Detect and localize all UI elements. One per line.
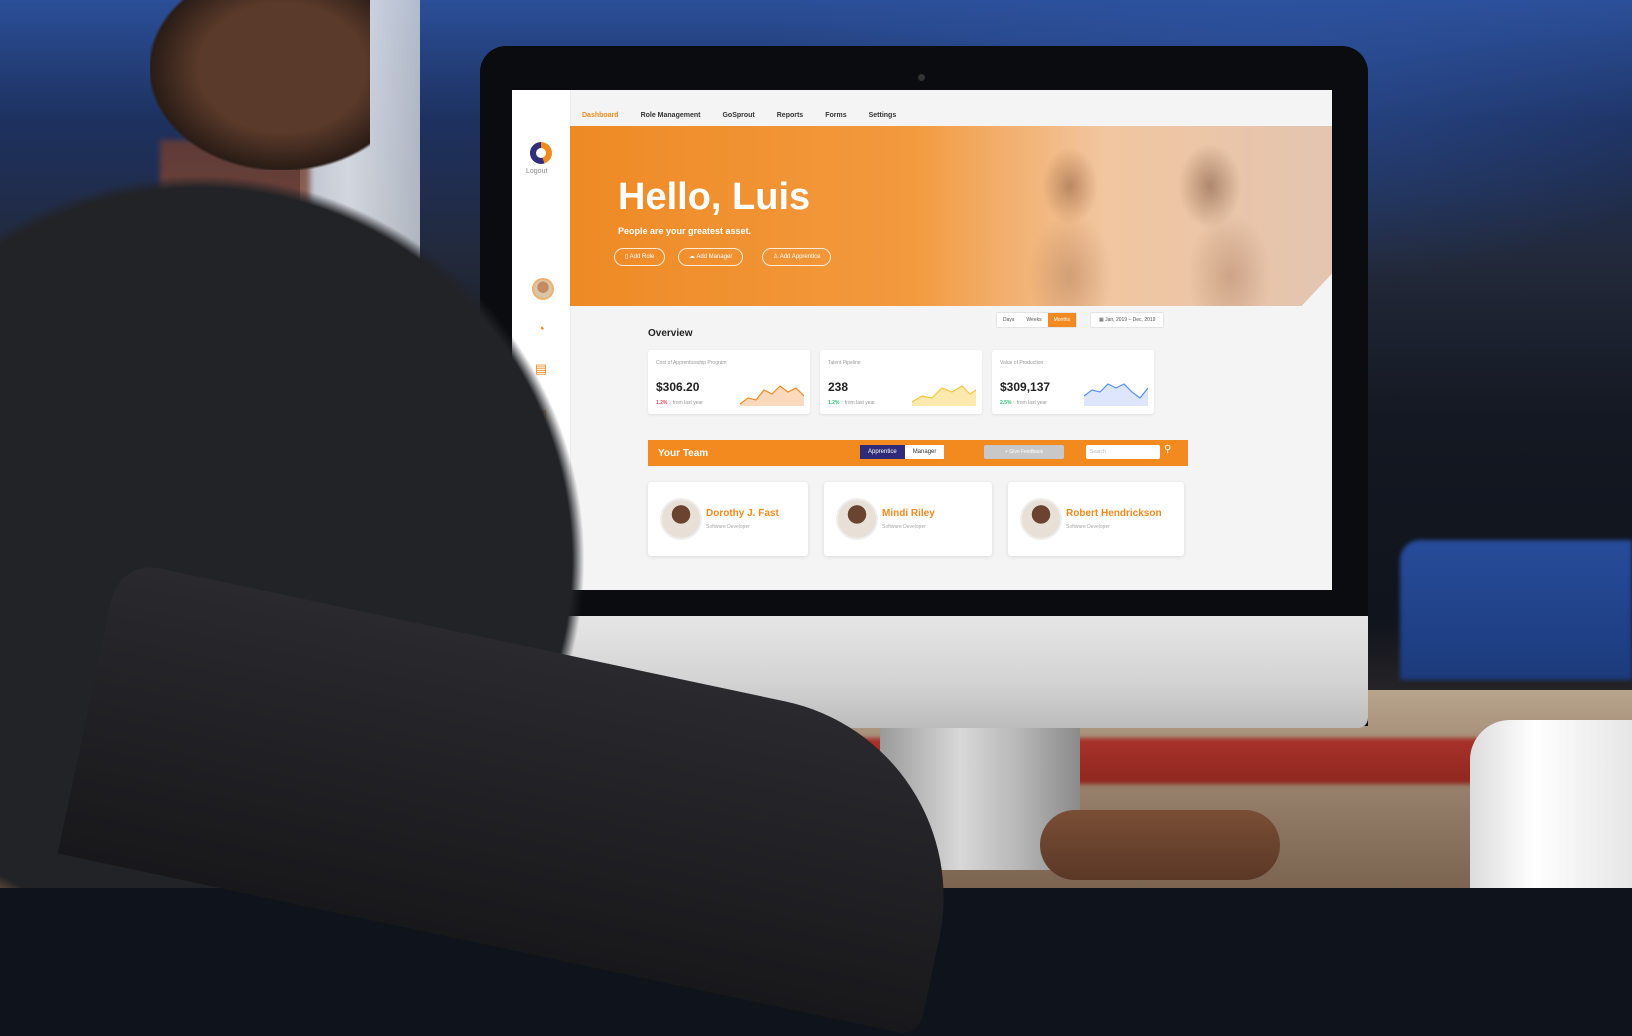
sparkline-cost: [740, 385, 804, 406]
date-range-label: Jan, 2019 – Dec, 2019: [1105, 317, 1156, 323]
nav-gosprout[interactable]: GoSprout: [722, 112, 754, 119]
brick-wall: [160, 140, 310, 400]
stat-change: 1.2% ↑ from last year: [828, 400, 875, 406]
team-bar: Your Team Apprentice Manager + Give Feed…: [648, 440, 1188, 466]
member-avatar: [1020, 498, 1062, 540]
dashboard-screen: Logout ◔ ▤ ▥ Dashboard Role Management G…: [512, 90, 1332, 590]
give-feedback-button[interactable]: + Give Feedback: [984, 445, 1064, 459]
stat-card-pipeline: Talent Pipeline 238 1.2% ↑ from last yea…: [820, 350, 982, 414]
add-role-button[interactable]: ▯ Add Role: [614, 248, 666, 266]
give-feedback-label: Give Feedback: [1009, 449, 1043, 455]
glass-jar: [240, 390, 360, 500]
tab-apprentice[interactable]: Apprentice: [860, 445, 905, 459]
stat-change-pct: 2.5%: [1000, 400, 1012, 406]
nav-role-management[interactable]: Role Management: [641, 112, 701, 119]
clipboard-icon[interactable]: ▤: [534, 362, 548, 376]
stat-value: 238: [828, 380, 849, 394]
member-name: Mindi Riley: [882, 508, 935, 519]
trend-up-icon: ↑: [840, 400, 844, 406]
webcam: [918, 74, 925, 81]
add-role-label: Add Role: [629, 254, 655, 260]
search-icon[interactable]: ⚲: [1164, 444, 1171, 455]
user-avatar[interactable]: [532, 278, 554, 300]
nav-settings[interactable]: Settings: [869, 112, 897, 119]
stat-change-pct: 1.2%: [828, 400, 840, 406]
team-toggle: Apprentice Manager: [860, 445, 945, 459]
nav-reports[interactable]: Reports: [777, 112, 803, 119]
hero-photo: [950, 126, 1332, 306]
stat-change-note: from last year: [1016, 400, 1047, 406]
team-member-card[interactable]: Robert Hendrickson Software Developer: [1008, 482, 1184, 556]
stat-label: Value of Production: [1000, 360, 1044, 366]
team-search-input[interactable]: Search: [1086, 445, 1160, 459]
team-member-card[interactable]: Dorothy J. Fast Software Developer: [648, 482, 808, 556]
team-title: Your Team: [658, 448, 709, 459]
add-apprentice-button[interactable]: ♙ Add Apprentice: [762, 248, 832, 266]
stat-value: $306.20: [656, 380, 700, 394]
headset-icon[interactable]: ◔: [534, 322, 548, 336]
person-head: [150, 0, 370, 170]
add-manager-label: Add Manager: [696, 254, 733, 260]
stat-change: 1.2% ↓ from last year: [656, 400, 703, 406]
greeting-tagline: People are your greatest asset.: [618, 226, 752, 236]
tab-manager[interactable]: Manager: [904, 445, 945, 459]
stat-change-note: from last year: [672, 400, 703, 406]
trend-up-icon: ↑: [1012, 400, 1016, 406]
top-nav: Dashboard Role Management GoSprout Repor…: [582, 100, 896, 130]
stat-value: $309,137: [1000, 380, 1051, 394]
trend-down-icon: ↓: [668, 400, 672, 406]
range-selector: Days Weeks Months: [996, 312, 1078, 328]
member-role: Software Developer: [882, 524, 926, 530]
range-weeks[interactable]: Weeks: [1020, 313, 1047, 327]
add-manager-button[interactable]: ☁ Add Manager: [678, 248, 744, 266]
stat-change-note: from last year: [844, 400, 875, 406]
stat-card-cost: Cost of Apprenticeship Program $306.20 1…: [648, 350, 810, 414]
sidebar: Logout ◔ ▤ ▥: [512, 90, 571, 590]
overview-title: Overview: [648, 328, 693, 339]
blue-sofa: [1400, 540, 1632, 680]
coffee-mug: [1470, 720, 1632, 888]
sparkline-pipeline: [912, 385, 976, 406]
member-role: Software Developer: [1066, 524, 1110, 530]
stat-change: 2.5% ↑ from last year: [1000, 400, 1047, 406]
add-apprentice-label: Add Apprentice: [779, 254, 821, 260]
nav-forms[interactable]: Forms: [825, 112, 846, 119]
member-role: Software Developer: [706, 524, 750, 530]
range-days[interactable]: Days: [997, 313, 1020, 327]
nav-dashboard[interactable]: Dashboard: [582, 112, 619, 119]
stat-change-pct: 1.2%: [656, 400, 668, 406]
person-hand: [1040, 810, 1280, 880]
stat-card-production: Value of Production $309,137 2.5% ↑ from…: [992, 350, 1154, 414]
sparkline-production: [1084, 383, 1148, 406]
bar-chart-icon[interactable]: ▥: [534, 408, 548, 422]
team-member-card[interactable]: Mindi Riley Software Developer: [824, 482, 992, 556]
member-name: Robert Hendrickson: [1066, 508, 1162, 519]
member-avatar: [660, 498, 702, 540]
brand-logo[interactable]: [530, 142, 552, 164]
stat-label: Talent Pipeline: [828, 360, 861, 366]
logout-link[interactable]: Logout: [526, 168, 547, 175]
date-range-picker[interactable]: ▦ Jan, 2019 – Dec, 2019: [1090, 312, 1165, 328]
member-name: Dorothy J. Fast: [706, 508, 779, 519]
greeting-heading: Hello, Luis: [618, 176, 811, 218]
range-months[interactable]: Months: [1047, 313, 1077, 327]
stat-label: Cost of Apprenticeship Program: [656, 360, 727, 366]
member-avatar: [836, 498, 878, 540]
